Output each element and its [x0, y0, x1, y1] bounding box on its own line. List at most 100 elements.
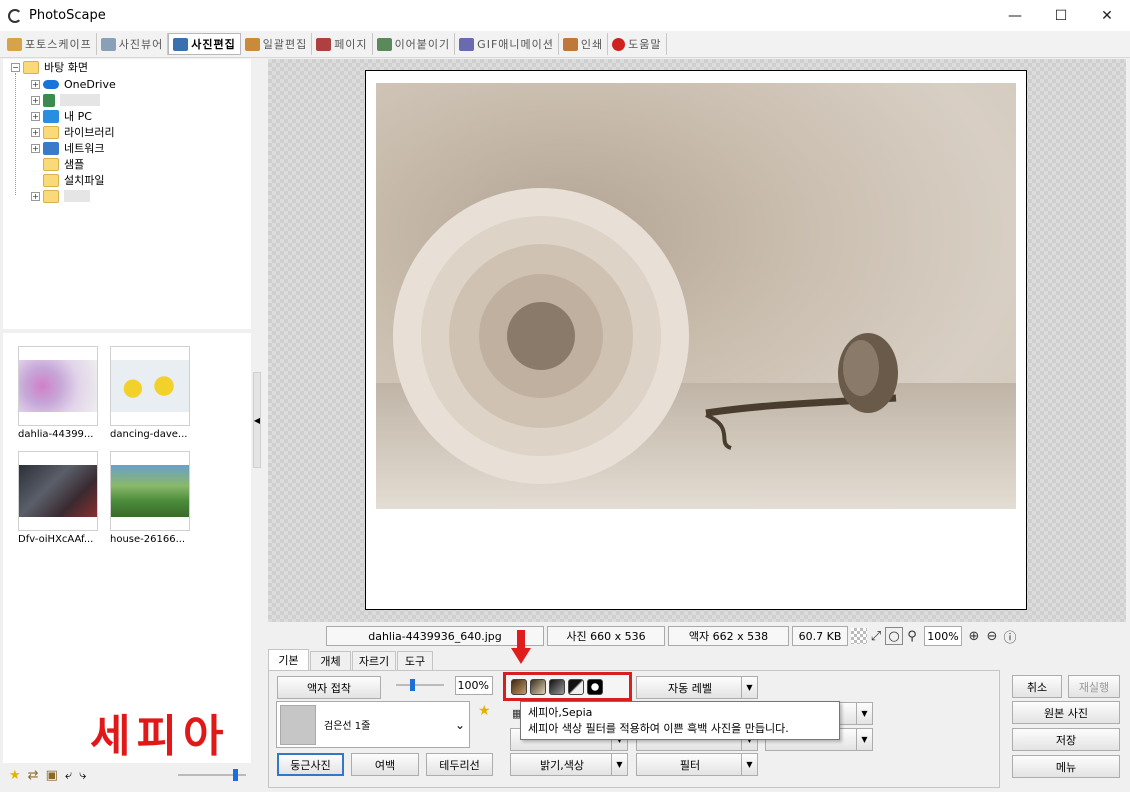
back-arrow-icon[interactable]: ⤶	[65, 768, 72, 783]
dropdown-arrow-icon[interactable]: ▼	[741, 677, 757, 698]
frame-opacity-value[interactable]: 100%	[455, 676, 493, 695]
actual-size-icon[interactable]: ○	[885, 627, 903, 645]
negative-icon[interactable]	[587, 678, 603, 695]
folder-icon	[43, 189, 59, 203]
fit-screen-icon[interactable]: ⤢	[867, 627, 885, 645]
expand-icon[interactable]: +	[31, 191, 40, 201]
menu-button[interactable]: 메뉴	[1012, 755, 1120, 778]
tree-item-my-pc[interactable]: + 내 PC	[31, 108, 92, 124]
maximize-button[interactable]: ☐	[1038, 0, 1084, 31]
panel-splitter-handle[interactable]: ◀	[253, 372, 261, 468]
edited-photo[interactable]	[376, 83, 1016, 509]
slider-knob[interactable]	[233, 769, 238, 781]
tab-combine[interactable]: 이어붙이기	[373, 33, 456, 55]
red-arrow-annotation	[511, 630, 531, 666]
zoom-in-icon[interactable]: ⊕	[965, 627, 983, 645]
expand-icon[interactable]: +	[31, 95, 40, 105]
redo-button[interactable]: 재실행	[1068, 675, 1120, 698]
original-photo-button[interactable]: 원본 사진	[1012, 701, 1120, 724]
sepia-tooltip: 세피아,Sepia 세피아 색상 필터를 적용하여 이쁜 흑백 사진을 만듭니다…	[520, 701, 840, 740]
print-tab-icon	[562, 37, 578, 51]
brightness-color-button[interactable]: 밝기,색상 ▼	[510, 753, 628, 776]
tree-item-desktop[interactable]: − 바탕 화면	[11, 59, 88, 75]
expand-icon[interactable]: +	[31, 143, 40, 153]
tree-item-user[interactable]: +	[31, 92, 100, 108]
tab-tools[interactable]: 도구	[397, 651, 433, 670]
tab-help[interactable]: 도움말	[608, 33, 667, 55]
sepia-filter-group	[503, 672, 632, 701]
expand-icon[interactable]: +	[31, 127, 40, 137]
tree-item-install[interactable]: 설치파일	[43, 172, 104, 188]
tab-gif[interactable]: GIF애니메이션	[455, 33, 559, 55]
undo-button[interactable]: 취소	[1012, 675, 1062, 698]
sepia-light-icon[interactable]	[530, 678, 546, 695]
frame-opacity-slider[interactable]	[396, 679, 444, 691]
zoom-fit-icon[interactable]: ⚲	[903, 627, 921, 645]
margin-button[interactable]: 여백	[351, 753, 419, 776]
thumbnail-size-slider[interactable]	[178, 769, 246, 781]
expand-icon[interactable]: +	[31, 111, 40, 121]
network-icon	[43, 141, 59, 155]
tab-basic[interactable]: 기본	[268, 649, 309, 670]
tooltip-title: 세피아,Sepia	[528, 706, 593, 719]
frame-attach-button[interactable]: 액자 접착	[277, 676, 381, 699]
photoscape-logo-icon	[8, 8, 22, 23]
frame-preview	[280, 704, 316, 745]
minimize-button[interactable]: —	[992, 0, 1038, 31]
tree-item-library[interactable]: + 라이브러리	[31, 124, 115, 140]
star-icon[interactable]: ★	[9, 768, 21, 783]
tab-viewer[interactable]: 사진뷰어	[97, 33, 169, 55]
round-photo-button[interactable]: 둥근사진	[277, 753, 344, 776]
thumbnail-list: dahlia-44399... dancing-dave... Dfv-oiHX…	[3, 333, 251, 763]
thumbnail-image	[111, 360, 189, 412]
collapse-icon[interactable]: −	[11, 62, 20, 72]
tree-item-network[interactable]: + 네트워크	[31, 140, 104, 156]
tree-item-onedrive[interactable]: + OneDrive	[31, 76, 116, 92]
folder-icon	[43, 157, 59, 171]
dropdown-arrow-icon[interactable]: ▼	[856, 729, 872, 750]
auto-level-button[interactable]: 자동 레벨 ▼	[636, 676, 758, 699]
info-icon[interactable]: ⓘ	[1001, 627, 1019, 646]
dropdown-arrow-icon[interactable]: ▼	[741, 754, 757, 775]
main-tab-bar: 포토스케이프 사진뷰어 사진편집 일괄편집 페이지 이어붙이기 GIF애니메이션…	[0, 31, 1130, 58]
black-white-icon[interactable]	[568, 678, 584, 695]
close-button[interactable]: ✕	[1084, 0, 1130, 31]
dropdown-arrow-icon[interactable]: ▼	[856, 703, 872, 724]
tab-print[interactable]: 인쇄	[559, 33, 609, 55]
zoom-out-icon[interactable]: ⊖	[983, 627, 1001, 645]
help-tab-icon	[612, 37, 626, 51]
expand-icon[interactable]: +	[31, 79, 40, 89]
tab-page[interactable]: 페이지	[312, 33, 373, 55]
refresh-icon[interactable]: ⇄	[28, 768, 39, 783]
sepia-icon[interactable]	[511, 678, 527, 695]
grayscale-icon[interactable]	[549, 678, 565, 695]
zoom-level[interactable]: 100%	[924, 626, 962, 646]
save-button[interactable]: 저장	[1012, 728, 1120, 751]
batch-tab-icon	[244, 37, 260, 51]
forward-arrow-icon[interactable]: ⤷	[79, 768, 86, 783]
computer-icon	[43, 109, 59, 123]
tab-batch[interactable]: 일괄편집	[241, 33, 313, 55]
thumbnail-item[interactable]: dancing-dave...	[110, 346, 190, 440]
folder-open-icon[interactable]: ▣	[46, 768, 58, 783]
border-line-button[interactable]: 테두리선	[426, 753, 493, 776]
tab-photoscape[interactable]: 포토스케이프	[3, 33, 97, 55]
tree-item-hidden[interactable]: +	[31, 188, 90, 204]
tab-object[interactable]: 개체	[310, 651, 351, 670]
tab-crop[interactable]: 자르기	[352, 651, 396, 670]
status-frame-size: 액자 662 x 538	[668, 626, 789, 646]
thumbnail-item[interactable]: dahlia-44399...	[18, 346, 98, 440]
tab-editor[interactable]: 사진편집	[168, 33, 241, 55]
frame-style-select[interactable]: 검은선 1줄 ⌄	[276, 701, 470, 748]
filter-button[interactable]: 필터 ▼	[636, 753, 758, 776]
tree-item-sample[interactable]: 샘플	[43, 156, 84, 172]
left-bottom-toolbar: ★ ⇄ ▣ ⤶ ⤷	[3, 763, 251, 788]
dropdown-arrow-icon[interactable]: ▼	[611, 754, 627, 775]
thumbnail-item[interactable]: Dfv-oiHXcAAf...	[18, 451, 98, 545]
slider-knob[interactable]	[410, 679, 415, 691]
cloud-icon	[43, 79, 59, 89]
combine-tab-icon	[376, 37, 392, 51]
favorite-star-icon[interactable]: ★	[478, 703, 491, 719]
transparency-icon[interactable]	[851, 628, 867, 644]
thumbnail-item[interactable]: house-26166...	[110, 451, 190, 545]
